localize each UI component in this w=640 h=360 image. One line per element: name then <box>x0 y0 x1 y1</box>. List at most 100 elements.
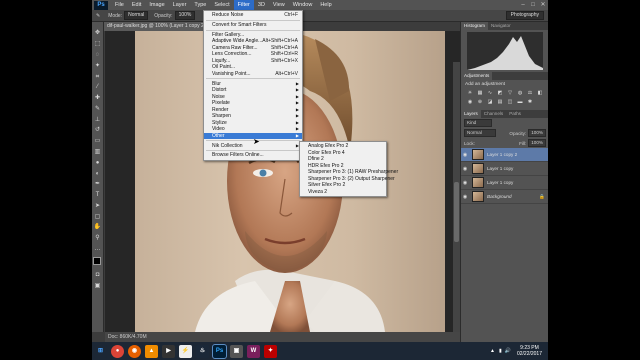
shape-tool-icon[interactable]: ▢ <box>94 213 102 221</box>
invert-icon[interactable]: ◪ <box>486 99 494 106</box>
threshold-icon[interactable]: ◫ <box>506 99 514 106</box>
menu-window[interactable]: Window <box>289 0 317 10</box>
layer-row[interactable]: ◉ Background 🔒 <box>461 190 548 204</box>
zoom-tool-icon[interactable]: ⚲ <box>94 234 102 242</box>
blur-tool-icon[interactable]: ● <box>94 159 102 167</box>
levels-icon[interactable]: ▦ <box>476 90 484 97</box>
clock[interactable]: 9:23 PM 02/22/2017 <box>517 345 542 357</box>
crop-tool-icon[interactable]: ⌗ <box>94 73 102 81</box>
selective-color-icon[interactable]: ✱ <box>526 99 534 106</box>
quick-mask-icon[interactable]: ◘ <box>94 271 102 279</box>
color-balance-icon[interactable]: ⚖ <box>526 90 534 97</box>
winamp-icon[interactable]: ⚡ <box>179 344 192 358</box>
document-tab[interactable]: dif-paul-walker.jpg @ 100% (Layer 1 copy… <box>104 22 207 31</box>
submenu-item-viveza[interactable]: Viveza 2 <box>300 189 386 196</box>
quick-select-tool-icon[interactable]: ✦ <box>94 62 102 70</box>
workspace-select[interactable]: Photography <box>505 11 544 20</box>
layer-opacity-field[interactable]: 100% <box>528 129 546 137</box>
vibrance-icon[interactable]: ▽ <box>506 90 514 97</box>
vlc-icon[interactable]: ▲ <box>145 344 158 358</box>
eyedropper-tool-icon[interactable]: ⁄ <box>94 83 102 91</box>
menu-edit[interactable]: Edit <box>128 0 145 10</box>
menu-help[interactable]: Help <box>316 0 335 10</box>
photoshop-taskbar-icon[interactable]: Ps <box>212 343 227 359</box>
layer-row[interactable]: ◉ Layer 1 copy 2 <box>461 148 548 162</box>
game-icon[interactable]: ✦ <box>264 344 277 358</box>
menu-filter[interactable]: Filter <box>233 0 254 10</box>
gradient-map-icon[interactable]: ▬ <box>516 99 524 106</box>
brightness-icon[interactable]: ☀ <box>466 90 474 97</box>
posterize-icon[interactable]: ▤ <box>496 99 504 106</box>
path-select-tool-icon[interactable]: ➤ <box>94 202 102 210</box>
brush-icon[interactable]: ✎ <box>96 13 100 19</box>
brush-tool-icon[interactable]: ✎ <box>94 105 102 113</box>
menu-3d[interactable]: 3D <box>254 0 269 10</box>
opacity-field[interactable]: 100% <box>174 11 196 20</box>
winrar-icon[interactable]: W <box>247 344 260 358</box>
color-swatches[interactable] <box>92 257 104 269</box>
blend-mode-select[interactable]: Normal <box>464 129 496 137</box>
start-icon[interactable]: ⊞ <box>94 344 107 358</box>
type-tool-icon[interactable]: T <box>94 191 102 199</box>
vertical-scrollbar[interactable] <box>453 62 460 332</box>
fill-field[interactable]: 100% <box>528 139 546 147</box>
mode-select[interactable]: Normal <box>124 11 149 20</box>
adjustment-icons: ☀ ▦ ∿ ◩ ▽ ◍ ⚖ ◧ ◉ ⊕ ◪ ▤ ◫ ▬ ✱ <box>461 89 548 107</box>
chrome-icon[interactable]: ● <box>111 344 124 358</box>
media-player-icon[interactable]: ▶ <box>162 344 175 358</box>
hand-tool-icon[interactable]: ✋ <box>94 223 102 231</box>
screen-mode-icon[interactable]: ▣ <box>94 282 102 290</box>
eye-icon[interactable]: ◉ <box>461 194 469 200</box>
tray-arrow-icon[interactable]: ▲ <box>490 348 495 354</box>
tab-adjustments[interactable]: Adjustments <box>461 72 493 80</box>
tab-paths[interactable]: Paths <box>506 110 524 118</box>
dodge-tool-icon[interactable]: ◐ <box>94 170 102 178</box>
tab-navigator[interactable]: Navigator <box>488 22 514 30</box>
menu-select[interactable]: Select <box>210 0 233 10</box>
scrollbar-thumb[interactable] <box>454 182 459 242</box>
menu-image[interactable]: Image <box>145 0 168 10</box>
kind-filter[interactable]: Kind <box>464 119 492 127</box>
marquee-tool-icon[interactable]: ⬚ <box>94 40 102 48</box>
steam-icon[interactable]: ♨ <box>196 344 209 358</box>
menu-type[interactable]: Type <box>190 0 210 10</box>
firefox-icon[interactable]: ◉ <box>128 344 141 358</box>
menu-item-vanishing-point[interactable]: Vanishing Point... Alt+Ctrl+V <box>204 71 302 78</box>
curves-icon[interactable]: ∿ <box>486 90 494 97</box>
black-white-icon[interactable]: ◧ <box>536 90 544 97</box>
foreground-color-swatch[interactable] <box>92 257 101 266</box>
close-icon[interactable]: ✕ <box>538 0 548 10</box>
pen-tool-icon[interactable]: ✒ <box>94 180 102 188</box>
minimize-icon[interactable]: – <box>518 0 528 10</box>
network-icon[interactable]: ▮ <box>499 348 502 354</box>
maximize-icon[interactable]: □ <box>528 0 538 10</box>
lasso-tool-icon[interactable]: ◌ <box>94 51 102 59</box>
menu-file[interactable]: File <box>111 0 128 10</box>
tab-layers[interactable]: Layers <box>461 110 481 118</box>
layer-row[interactable]: ◉ Layer 1 copy <box>461 162 548 176</box>
tab-histogram[interactable]: Histogram <box>461 22 488 30</box>
tab-channels[interactable]: Channels <box>481 110 506 118</box>
eye-icon[interactable]: ◉ <box>461 166 469 172</box>
eye-icon[interactable]: ◉ <box>461 152 469 158</box>
eye-icon[interactable]: ◉ <box>461 180 469 186</box>
photo-filter-icon[interactable]: ◉ <box>466 99 474 106</box>
menu-layer[interactable]: Layer <box>169 0 191 10</box>
app-icon[interactable]: ▣ <box>230 344 243 358</box>
menu-item-browse-filters[interactable]: Browse Filters Online... <box>204 152 302 159</box>
channel-mixer-icon[interactable]: ⊕ <box>476 99 484 106</box>
eraser-tool-icon[interactable]: ▭ <box>94 137 102 145</box>
move-tool-icon[interactable]: ✥ <box>94 29 102 37</box>
volume-icon[interactable]: 🔊 <box>505 348 511 354</box>
more-tools-icon[interactable]: … <box>94 245 102 253</box>
healing-tool-icon[interactable]: ✚ <box>94 94 102 102</box>
stamp-tool-icon[interactable]: ⊥ <box>94 116 102 124</box>
exposure-icon[interactable]: ◩ <box>496 90 504 97</box>
layer-row[interactable]: ◉ Layer 1 copy <box>461 176 548 190</box>
gradient-tool-icon[interactable]: ▥ <box>94 148 102 156</box>
menu-item-convert-smart-filters[interactable]: Convert for Smart Filters <box>204 22 302 29</box>
history-brush-tool-icon[interactable]: ↺ <box>94 126 102 134</box>
menu-item-reduce-noise[interactable]: Reduce Noise Ctrl+F <box>204 12 302 19</box>
menu-view[interactable]: View <box>269 0 289 10</box>
hue-icon[interactable]: ◍ <box>516 90 524 97</box>
